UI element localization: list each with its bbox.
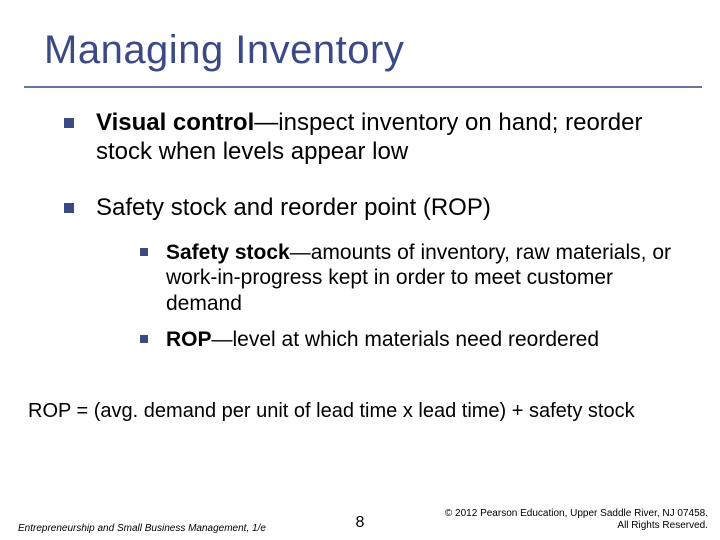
sub-bullet-strong: ROP	[166, 328, 212, 351]
slide-body: Visual control—inspect inventory on hand…	[56, 108, 690, 378]
footer-book-title: Entrepreneurship and Small Business Mana…	[18, 523, 266, 535]
bullet-strong: Visual control	[96, 109, 254, 136]
square-bullet-icon	[140, 248, 148, 256]
sub-bullet-strong: Safety stock	[166, 241, 290, 264]
sub-bullet-group: Safety stock—amounts of inventory, raw m…	[132, 240, 690, 352]
bullet-safety-rop: Safety stock and reorder point (ROP) Saf…	[56, 193, 690, 353]
bullet-text: Safety stock and reorder point (ROP)	[96, 194, 491, 221]
bullet-visual-control: Visual control—inspect inventory on hand…	[56, 108, 690, 167]
formula-text: ROP = (avg. demand per unit of lead time…	[28, 400, 692, 423]
square-bullet-icon	[64, 203, 74, 213]
slide: Managing Inventory Visual control—inspec…	[0, 0, 720, 540]
title-underline	[24, 86, 702, 88]
square-bullet-icon	[64, 118, 74, 128]
sub-bullet-safety-stock: Safety stock—amounts of inventory, raw m…	[132, 240, 690, 317]
slide-title: Managing Inventory	[44, 28, 404, 73]
square-bullet-icon	[140, 335, 148, 343]
copyright-line-1: © 2012 Pearson Education, Upper Saddle R…	[445, 508, 708, 520]
footer-copyright: © 2012 Pearson Education, Upper Saddle R…	[445, 508, 708, 532]
sub-bullet-rop: ROP—level at which materials need reorde…	[132, 327, 690, 353]
footer-page-number: 8	[356, 514, 365, 532]
sub-bullet-text: —level at which materials need reordered	[212, 328, 600, 351]
copyright-line-2: All Rights Reserved.	[445, 520, 708, 532]
